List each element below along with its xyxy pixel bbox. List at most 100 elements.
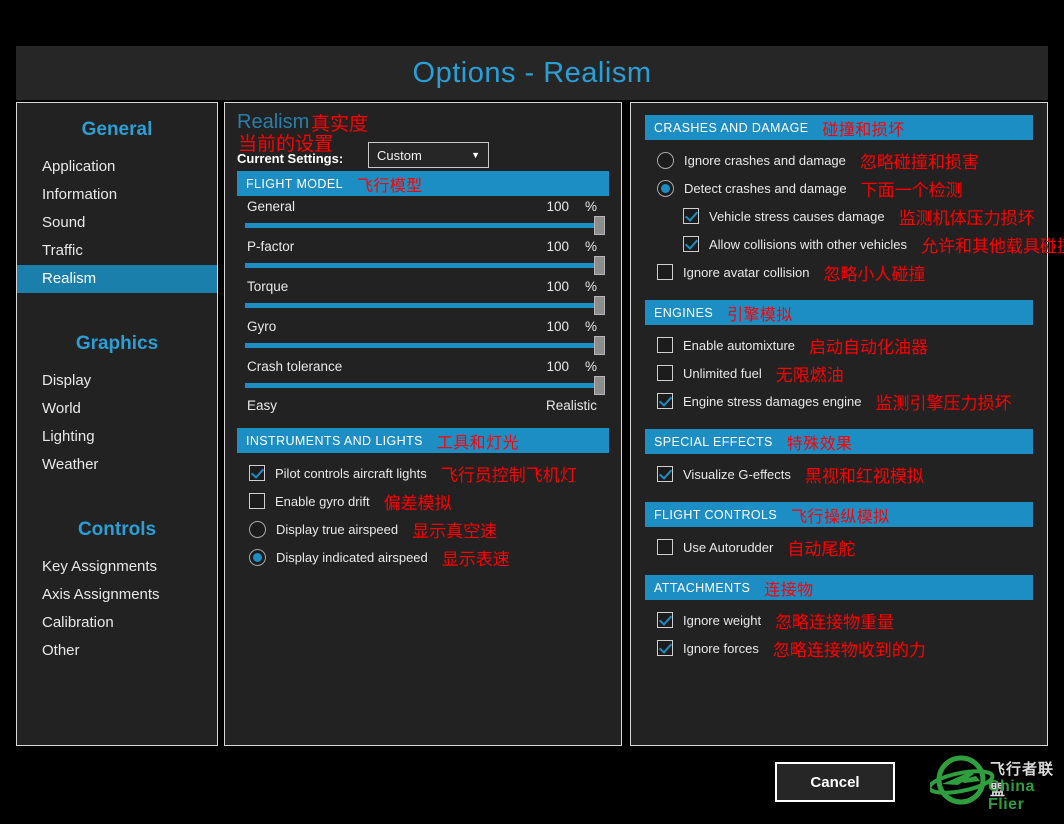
- section-header-flight-controls: FLIGHT CONTROLS飞行操纵模拟: [645, 502, 1033, 527]
- checkbox-checked-icon[interactable]: [249, 465, 265, 481]
- option-enable-automixture[interactable]: Enable automixture启动自动化油器: [657, 331, 1033, 359]
- annotation-text: 显示真空速: [412, 517, 497, 542]
- section-header-label: FLIGHT CONTROLS: [654, 508, 777, 522]
- flight-model-header: FLIGHT MODEL 飞行模型: [237, 171, 609, 196]
- chevron-down-icon: ▼: [471, 150, 480, 160]
- option-display-true-airspeed[interactable]: Display true airspeed显示真空速: [249, 515, 609, 543]
- sidebar-group-title-graphics: Graphics: [17, 333, 217, 355]
- radio-unselected-icon[interactable]: [657, 152, 674, 169]
- sidebar-item-calibration[interactable]: Calibration: [17, 609, 217, 637]
- section-header-engines: ENGINES 引擎模拟: [645, 300, 1033, 325]
- sidebar-panel: General ApplicationInformationSoundTraffi…: [16, 102, 218, 746]
- option-label: Use Autorudder: [683, 540, 773, 555]
- option-detect-crashes-and-damage[interactable]: Detect crashes and damage下面一个检测: [657, 174, 1033, 202]
- annotation-text: 黑视和红视模拟: [805, 462, 924, 487]
- checkbox-checked-icon[interactable]: [657, 640, 673, 656]
- checkbox-checked-icon[interactable]: [657, 612, 673, 628]
- annotation-instruments: 工具和灯光: [437, 429, 519, 453]
- option-vehicle-stress-causes-damage[interactable]: Vehicle stress causes damage监测机体压力损坏: [657, 202, 1033, 230]
- slider-general[interactable]: General100%: [237, 196, 609, 236]
- option-label: Ignore crashes and damage: [684, 153, 846, 168]
- option-display-indicated-airspeed[interactable]: Display indicated airspeed显示表速: [249, 543, 609, 571]
- slider-value: 100: [546, 239, 569, 254]
- sidebar-group-title-controls: Controls: [17, 519, 217, 541]
- radio-unselected-icon[interactable]: [249, 521, 266, 538]
- annotation-text: 下面一个检测: [861, 176, 963, 201]
- sidebar-item-information[interactable]: Information: [17, 181, 217, 209]
- slider-torque[interactable]: Torque100%: [237, 276, 609, 316]
- slider-crash-tolerance[interactable]: Crash tolerance100%: [237, 356, 609, 396]
- slider-track[interactable]: [245, 343, 601, 348]
- checkbox-checked-icon[interactable]: [683, 208, 699, 224]
- checkbox-checked-icon[interactable]: [657, 393, 673, 409]
- realism-header: Realism 真实度 当前的设置 Current Settings: Cust…: [237, 109, 609, 171]
- slider-track[interactable]: [245, 303, 601, 308]
- slider-thumb[interactable]: [594, 256, 605, 275]
- instruments-header: INSTRUMENTS AND LIGHTS 工具和灯光: [237, 428, 609, 453]
- section-header-label: ENGINES: [654, 306, 713, 320]
- option-unlimited-fuel[interactable]: Unlimited fuel无限燃油: [657, 359, 1033, 387]
- slider-label: Torque: [247, 279, 288, 294]
- scale-max-label: Realistic: [546, 398, 597, 413]
- sidebar-item-application[interactable]: Application: [17, 153, 217, 181]
- sidebar-item-lighting[interactable]: Lighting: [17, 423, 217, 451]
- option-enable-gyro-drift[interactable]: Enable gyro drift 偏差模拟: [249, 487, 609, 515]
- option-engine-stress-damages-engine[interactable]: Engine stress damages engine监测引擎压力损坏: [657, 387, 1033, 415]
- cancel-button[interactable]: Cancel: [775, 762, 895, 802]
- checkbox-unchecked-icon[interactable]: [657, 337, 673, 353]
- sidebar-item-world[interactable]: World: [17, 395, 217, 423]
- checkbox-unchecked-icon[interactable]: [657, 365, 673, 381]
- slider-thumb[interactable]: [594, 296, 605, 315]
- slider-thumb[interactable]: [594, 376, 605, 395]
- sidebar-item-other[interactable]: Other: [17, 637, 217, 665]
- option-visualize-g-effects[interactable]: Visualize G-effects黑视和红视模拟: [657, 460, 1033, 488]
- slider-value: 100: [546, 359, 569, 374]
- option-pilot-controls-aircraft-lights[interactable]: Pilot controls aircraft lights飞行员控制飞机灯: [249, 459, 609, 487]
- option-ignore-crashes-and-damage[interactable]: Ignore crashes and damage 忽略碰撞和损害: [657, 146, 1033, 174]
- slider-track[interactable]: [245, 223, 601, 228]
- annotation-flight-model: 飞行模型: [357, 172, 423, 196]
- option-label: Allow collisions with other vehicles: [709, 237, 907, 252]
- annotation-text: 显示表速: [442, 545, 510, 570]
- checkbox-checked-icon[interactable]: [683, 236, 699, 252]
- checkbox-unchecked-icon[interactable]: [657, 264, 673, 280]
- sidebar-item-weather[interactable]: Weather: [17, 451, 217, 479]
- annotation-text: 忽略碰撞和损害: [860, 148, 979, 173]
- option-ignore-weight[interactable]: Ignore weight忽略连接物重量: [657, 606, 1033, 634]
- slider-thumb[interactable]: [594, 336, 605, 355]
- option-ignore-forces[interactable]: Ignore forces忽略连接物收到的力: [657, 634, 1033, 662]
- slider-unit: %: [585, 359, 597, 374]
- slider-track[interactable]: [245, 383, 601, 388]
- radio-selected-icon[interactable]: [657, 180, 674, 197]
- option-allow-collisions-with-other-vehicles[interactable]: Allow collisions with other vehicles允许和其…: [657, 230, 1033, 258]
- annotation-section-header: 引擎模拟: [727, 301, 793, 325]
- option-label: Enable gyro drift: [275, 494, 370, 509]
- slider-p-factor[interactable]: P-factor100%: [237, 236, 609, 276]
- option-use-autorudder[interactable]: Use Autorudder自动尾舵: [657, 533, 1033, 561]
- current-settings-select[interactable]: Custom ▼: [368, 142, 489, 168]
- slider-gyro[interactable]: Gyro100%: [237, 316, 609, 356]
- sidebar-item-traffic[interactable]: Traffic: [17, 237, 217, 265]
- checkbox-unchecked-icon[interactable]: [657, 539, 673, 555]
- sidebar-item-display[interactable]: Display: [17, 367, 217, 395]
- checkbox-unchecked-icon[interactable]: [249, 493, 265, 509]
- sidebar-item-axis-assignments[interactable]: Axis Assignments: [17, 581, 217, 609]
- watermark-logo: 飞行者联盟 China Flier: [930, 754, 1056, 806]
- sidebar-item-sound[interactable]: Sound: [17, 209, 217, 237]
- sidebar-item-realism[interactable]: Realism: [17, 265, 217, 293]
- annotation-text: 偏差模拟: [384, 489, 452, 514]
- checkbox-checked-icon[interactable]: [657, 466, 673, 482]
- slider-track[interactable]: [245, 263, 601, 268]
- option-label: Unlimited fuel: [683, 366, 762, 381]
- radio-selected-icon[interactable]: [249, 549, 266, 566]
- slider-thumb[interactable]: [594, 216, 605, 235]
- sidebar-item-key-assignments[interactable]: Key Assignments: [17, 553, 217, 581]
- option-ignore-avatar-collision[interactable]: Ignore avatar collision忽略小人碰撞: [657, 258, 1033, 286]
- section-option-list: Ignore crashes and damage 忽略碰撞和损害Detect c…: [645, 140, 1033, 286]
- section-option-list: Use Autorudder自动尾舵: [645, 527, 1033, 561]
- option-label: Ignore weight: [683, 613, 761, 628]
- slider-label: Gyro: [247, 319, 276, 334]
- slider-unit: %: [585, 239, 597, 254]
- slider-unit: %: [585, 199, 597, 214]
- sidebar-group-title-general: General: [17, 119, 217, 141]
